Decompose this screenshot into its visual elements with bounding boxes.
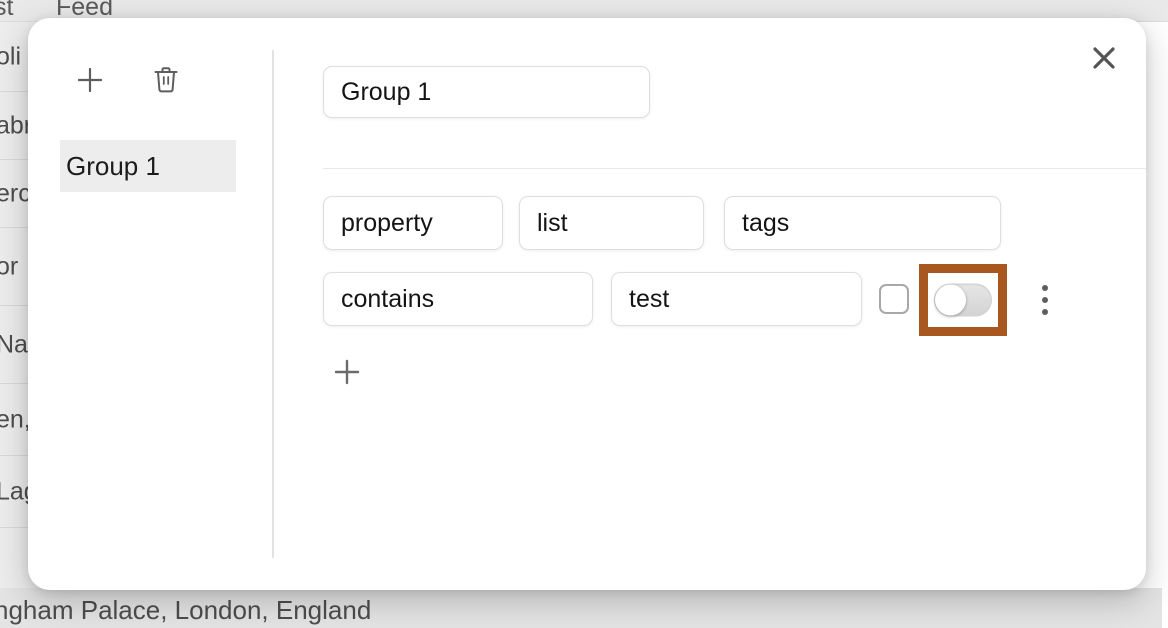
rule-property-value: property	[341, 208, 433, 237]
trash-icon	[152, 65, 180, 95]
group-name-input[interactable]: Group 1	[323, 66, 650, 118]
group-name-value: Group 1	[341, 77, 432, 106]
delete-group-button[interactable]	[144, 58, 188, 102]
rule-tags-value: tags	[742, 208, 790, 237]
group-detail-panel: Group 1 property list tags contains test	[274, 18, 1146, 590]
background-tab-0[interactable]: st	[0, 0, 13, 21]
rule-property-input[interactable]: property	[323, 196, 503, 250]
table-cell: or	[0, 252, 19, 280]
rule-row-1: property list tags	[323, 196, 1146, 250]
table-cell: en,	[0, 405, 31, 433]
sidebar-toolbar	[28, 58, 272, 114]
add-group-button[interactable]	[68, 58, 112, 102]
table-cell: Na	[0, 330, 28, 358]
rule-checkbox[interactable]	[879, 284, 909, 314]
plus-icon	[331, 356, 363, 388]
table-cell: oli	[0, 42, 22, 70]
rule-operator-input[interactable]: contains	[323, 272, 593, 326]
group-editor-dialog: Group 1 Group 1 property list tags conta…	[28, 18, 1146, 590]
rule-enabled-toggle[interactable]	[934, 283, 992, 317]
rule-value-text: test	[629, 284, 670, 313]
section-divider	[323, 168, 1146, 169]
add-rule-button[interactable]	[323, 348, 371, 396]
rule-value-input[interactable]: test	[611, 272, 862, 326]
kebab-menu-icon	[1042, 309, 1048, 315]
background-bottom-text: ngham Palace, London, England	[0, 595, 372, 625]
background-bottom-row[interactable]: ngham Palace, London, England	[0, 588, 1162, 628]
rule-row-2: contains test	[323, 264, 1146, 336]
rule-list-value: list	[537, 208, 568, 237]
screen-root: st Feed oli abr erc or Na en, Lag	[0, 0, 1168, 628]
rule-tags-input[interactable]: tags	[724, 196, 1001, 250]
rule-options-button[interactable]	[1028, 280, 1062, 320]
groups-sidebar: Group 1	[28, 18, 272, 590]
sidebar-item-group-1[interactable]: Group 1	[60, 140, 236, 192]
kebab-menu-icon	[1042, 285, 1048, 291]
group-item-label: Group 1	[66, 151, 160, 181]
group-list: Group 1	[60, 140, 236, 192]
kebab-menu-icon	[1042, 297, 1048, 303]
toggle-knob	[935, 284, 966, 316]
rule-list-input[interactable]: list	[519, 196, 704, 250]
plus-icon	[75, 65, 105, 95]
table-cell: erc	[0, 179, 31, 207]
toggle-highlight-box	[919, 264, 1007, 336]
rule-operator-value: contains	[341, 284, 435, 313]
